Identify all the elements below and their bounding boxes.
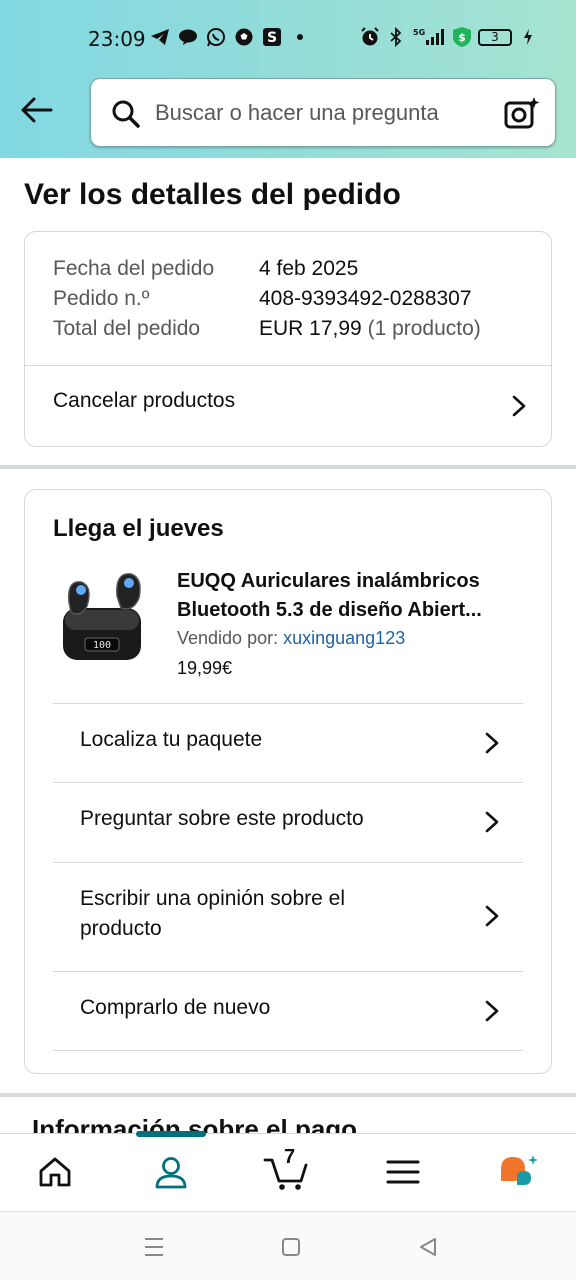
- chevron-right-icon: [485, 905, 499, 927]
- order-total-label: Total del pedido: [53, 317, 201, 340]
- camera-search-icon[interactable]: [503, 95, 541, 136]
- system-nav-bar: [0, 1211, 576, 1280]
- back-button[interactable]: [18, 93, 54, 127]
- whatsapp-icon: [206, 26, 226, 48]
- alarm-icon: [360, 26, 380, 48]
- product-image[interactable]: 100: [59, 566, 145, 666]
- soccer-ball-icon: [234, 26, 254, 48]
- home-button-icon[interactable]: [278, 1234, 304, 1260]
- dot-icon: [290, 26, 310, 48]
- shipment-card: Llega el jueves 100 EUQQ Auriculares ina…: [24, 489, 552, 1074]
- order-number-label: Pedido n.º: [53, 287, 150, 310]
- status-time: 23:09: [88, 27, 146, 51]
- order-date-label: Fecha del pedido: [53, 257, 215, 280]
- bottom-nav: 7: [0, 1131, 576, 1211]
- rufus-icon[interactable]: [497, 1152, 541, 1192]
- cancel-products-row[interactable]: Cancelar productos: [25, 366, 551, 446]
- order-date-value: 4 feb 2025: [259, 257, 359, 280]
- chevron-right-icon: [485, 811, 499, 833]
- order-summary-card: Fecha del pedido 4 feb 2025 Pedido n.º 4…: [24, 231, 552, 447]
- write-review-label: Escribir una opinión sobre el producto: [80, 884, 345, 944]
- account-icon[interactable]: [149, 1152, 193, 1192]
- home-icon[interactable]: [33, 1152, 77, 1192]
- order-total-amount: EUR 17,99: [259, 317, 362, 340]
- search-input[interactable]: [155, 97, 485, 129]
- chat-bubble-icon: [178, 26, 198, 48]
- order-total-value: EUR 17,99 (1 producto): [259, 317, 481, 341]
- seller-info: Vendido por: xuxinguang123: [177, 628, 405, 649]
- chevron-right-icon: [485, 1000, 499, 1022]
- ask-product-label: Preguntar sobre este producto: [80, 807, 364, 830]
- app-header: 23:09 S 5G $ 3 Buscar o hacer una pregun…: [0, 0, 576, 158]
- divider: [53, 1050, 523, 1051]
- product-title-line2: Bluetooth 5.3 de diseño Abiert...: [177, 599, 482, 621]
- page-title: Ver los detalles del pedido: [24, 178, 401, 211]
- active-tab-indicator: [136, 1131, 206, 1137]
- cart-icon[interactable]: 7: [262, 1146, 310, 1192]
- cancel-products-label: Cancelar productos: [53, 389, 236, 412]
- write-review-label-line2: producto: [80, 917, 162, 940]
- cart-count: 7: [284, 1146, 296, 1168]
- track-package-row[interactable]: Localiza tu paquete: [53, 704, 523, 782]
- product-title[interactable]: EUQQ Auriculares inalámbricos Bluetooth …: [177, 567, 527, 625]
- charging-icon: [518, 26, 538, 48]
- case-display-text: 100: [93, 640, 111, 651]
- chevron-right-icon: [485, 732, 499, 754]
- buy-again-row[interactable]: Comprarlo de nuevo: [53, 972, 523, 1050]
- status-bar: 23:09 S 5G $ 3: [0, 24, 576, 54]
- battery-indicator: 3: [478, 28, 512, 46]
- search-bar[interactable]: [90, 78, 556, 147]
- seller-prefix: Vendido por:: [177, 628, 279, 648]
- menu-icon[interactable]: [381, 1152, 425, 1192]
- delivery-heading: Llega el jueves: [53, 515, 224, 542]
- svg-text:S: S: [267, 30, 277, 46]
- write-review-label-line1: Escribir una opinión sobre el: [80, 887, 345, 910]
- buy-again-label: Comprarlo de nuevo: [80, 996, 271, 1019]
- section-separator: [0, 465, 576, 469]
- search-icon[interactable]: [111, 99, 141, 134]
- ask-product-row[interactable]: Preguntar sobre este producto: [53, 783, 523, 861]
- s-app-icon: S: [262, 26, 282, 48]
- shield-dollar-icon: $: [452, 26, 472, 48]
- product-title-line1: EUQQ Auriculares inalámbricos: [177, 570, 480, 592]
- recent-apps-icon[interactable]: [141, 1234, 167, 1260]
- svg-text:$: $: [458, 31, 466, 44]
- track-package-label: Localiza tu paquete: [80, 728, 263, 751]
- chevron-right-icon: [512, 395, 526, 417]
- notification-icons: S: [150, 26, 310, 48]
- order-total-count: (1 producto): [367, 317, 481, 340]
- section-separator: [0, 1093, 576, 1097]
- back-triangle-icon[interactable]: [415, 1234, 441, 1260]
- telegram-icon: [150, 26, 170, 48]
- seller-link[interactable]: xuxinguang123: [283, 628, 405, 648]
- product-price: 19,99€: [177, 658, 233, 678]
- back-arrow-icon: [21, 97, 53, 123]
- 5g-signal-icon: 5G: [412, 26, 446, 48]
- order-number-value: 408-9393492-0288307: [259, 287, 472, 310]
- system-status-icons: 5G $ 3: [360, 26, 538, 48]
- write-review-row[interactable]: Escribir una opinión sobre el producto: [53, 863, 523, 971]
- bluetooth-icon: [386, 26, 406, 48]
- svg-text:5G: 5G: [413, 28, 425, 37]
